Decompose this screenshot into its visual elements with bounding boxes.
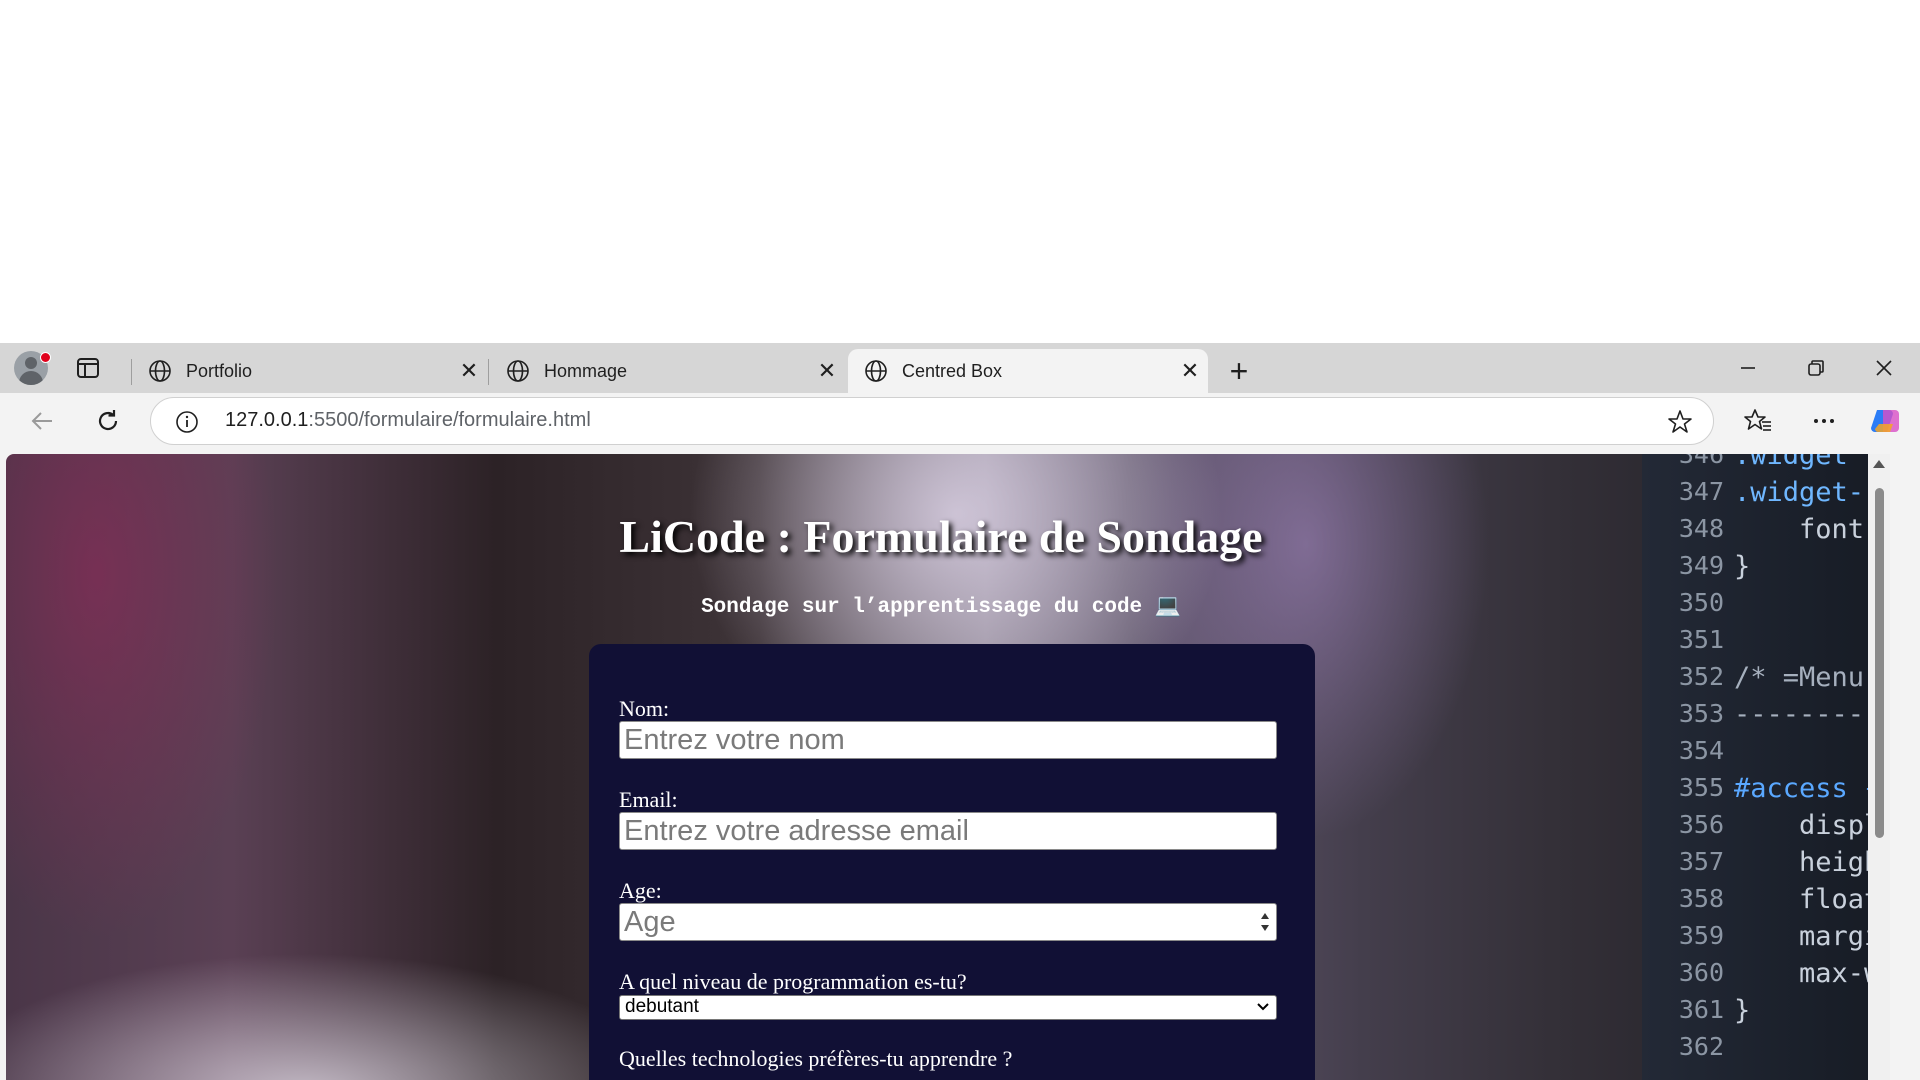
tab-strip: Portfolio ✕ Hommage ✕ Centred Box ✕ + — [0, 343, 1920, 393]
globe-icon — [507, 360, 529, 382]
tab-label: Portfolio — [186, 360, 253, 381]
tab-centred-box[interactable]: Centred Box ✕ — [848, 349, 1208, 393]
code-line-number: 359 — [1678, 921, 1724, 950]
favorites-icon[interactable] — [1738, 401, 1778, 441]
level-label: A quel niveau de programmation es-tu? — [619, 969, 967, 994]
chevron-down-icon — [1257, 1003, 1269, 1011]
code-line-number: 354 — [1678, 736, 1724, 765]
code-line-number: 352 — [1678, 662, 1724, 691]
code-line: .widget- — [1734, 477, 1865, 508]
code-line: /* =Menu — [1734, 662, 1865, 693]
address-bar[interactable]: 127.0.0.1:5500/formulaire/formulaire.htm… — [150, 397, 1714, 445]
tab-close-icon[interactable]: ✕ — [451, 353, 487, 389]
tab-portfolio[interactable]: Portfolio ✕ — [132, 349, 487, 393]
browser-toolbar: 127.0.0.1:5500/formulaire/formulaire.htm… — [0, 393, 1920, 449]
code-line: max-wi — [1734, 958, 1890, 989]
level-select[interactable]: debutant — [619, 995, 1277, 1020]
tab-separator — [488, 359, 489, 385]
url-text: 127.0.0.1:5500/formulaire/formulaire.htm… — [225, 409, 591, 432]
code-line-number: 351 — [1678, 625, 1724, 654]
code-line-number: 355 — [1678, 773, 1724, 802]
tab-actions-icon[interactable] — [76, 357, 100, 379]
code-line-number: 357 — [1678, 847, 1724, 876]
url-path: :5500/formulaire/formulaire.html — [308, 409, 591, 431]
browser-window: Portfolio ✕ Hommage ✕ Centred Box ✕ + 12… — [0, 343, 1920, 1080]
close-icon[interactable] — [1850, 343, 1918, 393]
age-placeholder: Age — [624, 906, 676, 938]
scroll-up-icon[interactable] — [1873, 460, 1885, 468]
code-line: displ — [1734, 810, 1881, 841]
notification-dot — [40, 352, 51, 363]
code-line-number: 362 — [1678, 1032, 1724, 1061]
code-line-number: 346 — [1678, 454, 1724, 469]
page-title: LiCode : Formulaire de Sondage — [619, 511, 1263, 562]
tab-label: Hommage — [544, 360, 628, 381]
tab-close-icon[interactable]: ✕ — [1172, 353, 1208, 389]
tab-label: Centred Box — [902, 360, 1003, 381]
code-line: heigh — [1734, 847, 1881, 878]
code-line: -------- — [1734, 699, 1865, 730]
page-viewport: 346 347 348 349 350 351 352 353 354 355 356 357 358 3… — [6, 454, 1890, 1080]
page-scrollbar[interactable] — [1868, 454, 1890, 1080]
back-icon[interactable] — [22, 401, 62, 441]
code-line: margi — [1734, 921, 1881, 952]
tab-hommage[interactable]: Hommage ✕ — [490, 349, 845, 393]
code-line-number: 358 — [1678, 884, 1724, 913]
name-field[interactable]: Entrez votre nom — [619, 721, 1277, 759]
code-line: float — [1734, 884, 1881, 915]
restore-icon[interactable] — [1782, 343, 1850, 393]
copilot-icon[interactable] — [1866, 401, 1906, 441]
code-line: #access { — [1734, 773, 1881, 804]
age-field[interactable]: Age — [619, 903, 1277, 941]
more-icon[interactable] — [1804, 401, 1844, 441]
star-icon[interactable] — [1667, 409, 1693, 435]
tab-close-icon[interactable]: ✕ — [809, 353, 845, 389]
refresh-icon[interactable] — [88, 401, 128, 441]
age-label: Age: — [619, 878, 662, 903]
email-field[interactable]: Entrez votre adresse email — [619, 812, 1277, 850]
scroll-thumb[interactable] — [1875, 488, 1884, 838]
code-line-number: 361 — [1678, 995, 1724, 1024]
email-label: Email: — [619, 787, 678, 812]
page-subtitle: Sondage sur l’apprentissage du code 💻 — [701, 596, 1181, 619]
name-label: Nom: — [619, 696, 670, 721]
url-host: 127.0.0.1 — [225, 409, 309, 431]
globe-icon — [865, 360, 887, 382]
code-line-number: 356 — [1678, 810, 1724, 839]
code-line-number: 347 — [1678, 477, 1724, 506]
globe-icon — [149, 360, 171, 382]
code-line: .widget — [1734, 454, 1848, 471]
number-spinner-icon[interactable] — [1260, 910, 1270, 934]
code-line-number: 353 — [1678, 699, 1724, 728]
code-line: } — [1734, 995, 1751, 1026]
code-line-number: 360 — [1678, 958, 1724, 987]
level-selected-value: debutant — [625, 996, 699, 1017]
info-icon[interactable] — [175, 410, 199, 434]
minimize-icon[interactable] — [1714, 343, 1782, 393]
new-tab-button[interactable]: + — [1218, 353, 1260, 389]
tech-label: Quelles technologies préfères-tu apprend… — [619, 1046, 1013, 1071]
survey-form: Nom: Entrez votre nom Email: Entrez votr… — [589, 644, 1315, 1080]
